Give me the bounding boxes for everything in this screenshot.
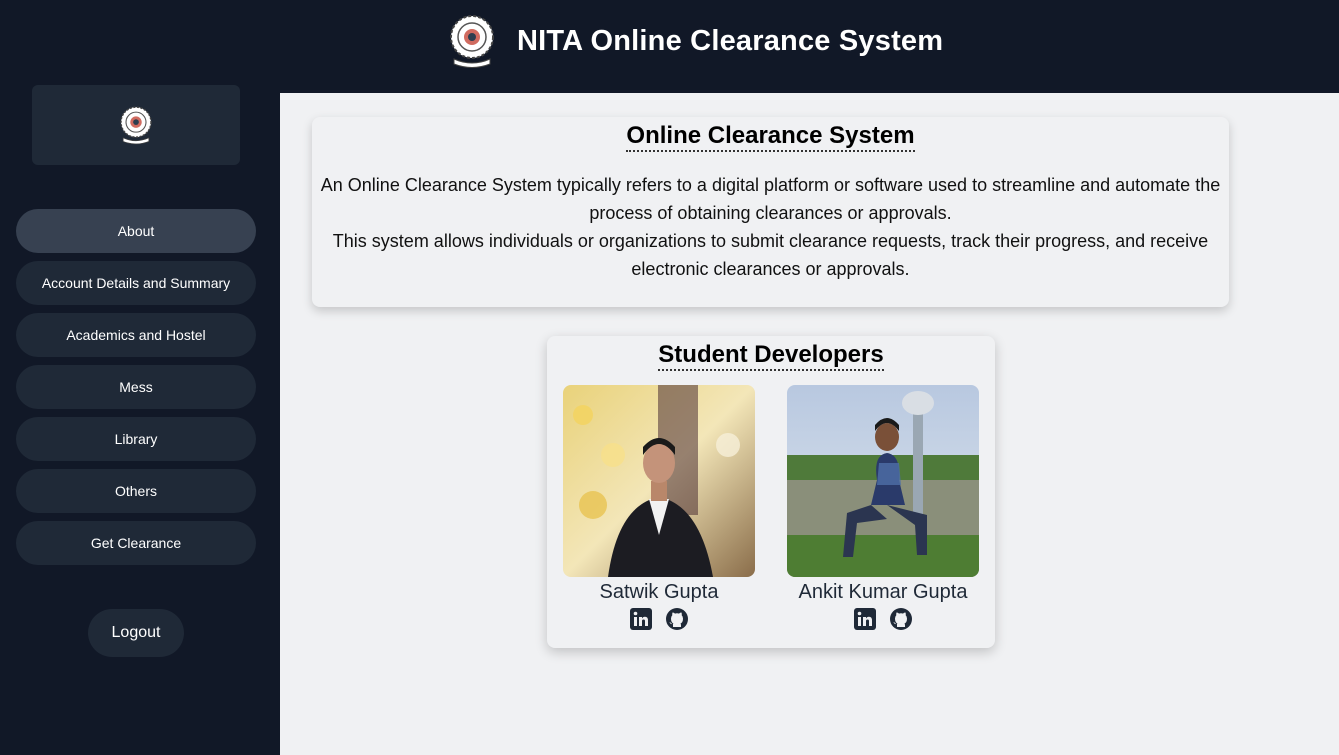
sidebar-item-label: Library	[114, 431, 158, 447]
linkedin-icon[interactable]	[853, 607, 877, 631]
about-paragraph-2: This system allows individuals or organi…	[332, 231, 1209, 279]
developer-photo	[787, 385, 979, 577]
nita-emblem-icon	[450, 15, 494, 68]
developer-name: Ankit Kumar Gupta	[798, 581, 968, 603]
top-header: NITA Online Clearance System	[0, 0, 1339, 93]
about-paragraph-1: An Online Clearance System typically ref…	[320, 175, 1221, 223]
sidebar: About Account Details and Summary Academ…	[0, 85, 280, 755]
sidebar-item-label: Mess	[119, 379, 153, 395]
about-heading: Online Clearance System	[626, 122, 915, 152]
sidebar-item-label: Others	[114, 483, 157, 499]
developers-card: Student Developers Satwik Gupta Ankit Ku…	[547, 336, 995, 648]
sidebar-item-label: Get Clearance	[90, 535, 182, 551]
developer-links	[563, 607, 755, 631]
developer-name: Satwik Gupta	[599, 581, 719, 603]
developer-profile: Satwik Gupta	[563, 385, 755, 631]
logout-button[interactable]: Logout	[88, 609, 184, 657]
github-icon[interactable]	[665, 607, 689, 631]
github-icon[interactable]	[889, 607, 913, 631]
brand: NITA Online Clearance System	[448, 12, 943, 70]
sidebar-logo-box	[32, 85, 240, 165]
sidebar-item-account-details[interactable]: Account Details and Summary	[16, 261, 256, 305]
nita-emblem-icon	[120, 106, 152, 145]
sidebar-item-about[interactable]: About	[16, 209, 256, 253]
sidebar-item-mess[interactable]: Mess	[16, 365, 256, 409]
sidebar-item-academics-hostel[interactable]: Academics and Hostel	[16, 313, 256, 357]
sidebar-item-label: About	[117, 223, 155, 239]
developers-heading: Student Developers	[658, 341, 884, 371]
linkedin-icon[interactable]	[629, 607, 653, 631]
about-card: Online Clearance System An Online Cleara…	[312, 117, 1229, 307]
sidebar-item-label: Academics and Hostel	[66, 327, 206, 343]
sidebar-item-library[interactable]: Library	[16, 417, 256, 461]
sidebar-item-get-clearance[interactable]: Get Clearance	[16, 521, 256, 565]
developer-profile: Ankit Kumar Gupta	[787, 385, 979, 631]
developer-photo	[563, 385, 755, 577]
app-title: NITA Online Clearance System	[517, 24, 944, 57]
sidebar-item-others[interactable]: Others	[16, 469, 256, 513]
developer-links	[787, 607, 979, 631]
sidebar-item-label: Account Details and Summary	[41, 275, 231, 291]
